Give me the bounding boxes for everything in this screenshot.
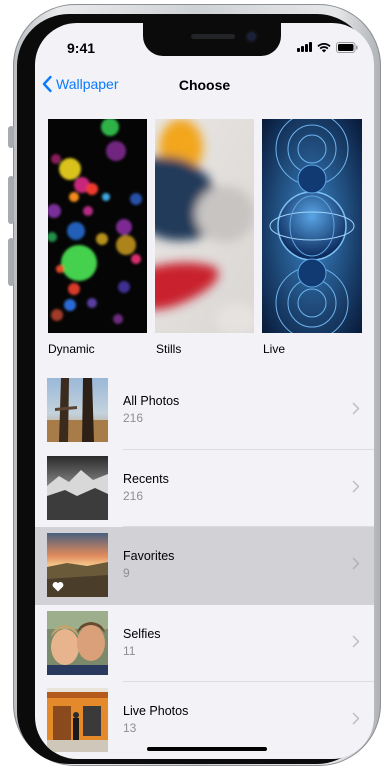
album-row-all-photos[interactable]: All Photos 216: [35, 372, 374, 450]
stills-wallpaper-preview: [155, 119, 254, 333]
album-thumbnail: [47, 688, 108, 752]
chevron-right-icon: [352, 402, 360, 415]
signal-icon: [297, 42, 312, 52]
wallpaper-stills-label: Stills: [156, 342, 182, 356]
album-row-selfies[interactable]: Selfies 11: [35, 605, 374, 682]
status-icons: [297, 41, 358, 53]
chevron-right-icon: [352, 712, 360, 725]
home-indicator[interactable]: [147, 747, 267, 751]
wallpaper-stills-tile[interactable]: [155, 119, 254, 333]
album-title: Favorites: [123, 549, 175, 563]
status-time: 9:41: [67, 40, 96, 56]
heart-icon: [52, 582, 64, 592]
album-title: Recents: [123, 471, 169, 486]
album-list: All Photos 216 Recents 216 Favorites 9 S…: [35, 372, 374, 759]
album-count: 9: [123, 566, 130, 580]
album-thumbnail: [47, 533, 108, 597]
album-count: 11: [123, 643, 136, 658]
chevron-right-icon: [352, 557, 360, 570]
screen: 9:41 Wallpaper Choose Dynamic Stills Liv…: [35, 23, 374, 759]
album-count: 216: [123, 411, 144, 425]
wallpaper-dynamic-tile[interactable]: [48, 119, 147, 333]
album-title: Selfies: [123, 626, 161, 641]
wallpaper-live-label: Live: [263, 342, 286, 356]
side-button: [8, 126, 14, 148]
side-button: [8, 176, 14, 224]
album-row-recents[interactable]: Recents 216: [35, 450, 374, 527]
live-wallpaper-preview: [262, 119, 362, 333]
dynamic-wallpaper-preview: [48, 119, 147, 333]
notch: [143, 23, 281, 56]
album-title: Live Photos: [123, 704, 189, 718]
wallpaper-live-tile[interactable]: [262, 119, 362, 333]
album-thumbnail: [47, 455, 108, 520]
battery-icon: [336, 41, 358, 53]
chevron-right-icon: [352, 635, 360, 647]
navigation-bar: Wallpaper Choose: [35, 71, 374, 105]
page-title: Choose: [178, 77, 231, 93]
album-count: 13: [123, 721, 137, 735]
album-thumbnail: [47, 610, 108, 675]
wifi-icon: [317, 42, 331, 52]
album-row-favorites[interactable]: Favorites 9: [35, 527, 374, 605]
album-count: 216: [123, 488, 144, 503]
album-thumbnail: [47, 378, 108, 442]
chevron-right-icon: [352, 480, 360, 492]
front-camera: [247, 32, 256, 41]
wallpaper-dynamic-label: Dynamic: [48, 342, 95, 356]
album-title: All Photos: [123, 394, 180, 408]
speaker: [191, 34, 235, 39]
side-button: [8, 238, 14, 286]
